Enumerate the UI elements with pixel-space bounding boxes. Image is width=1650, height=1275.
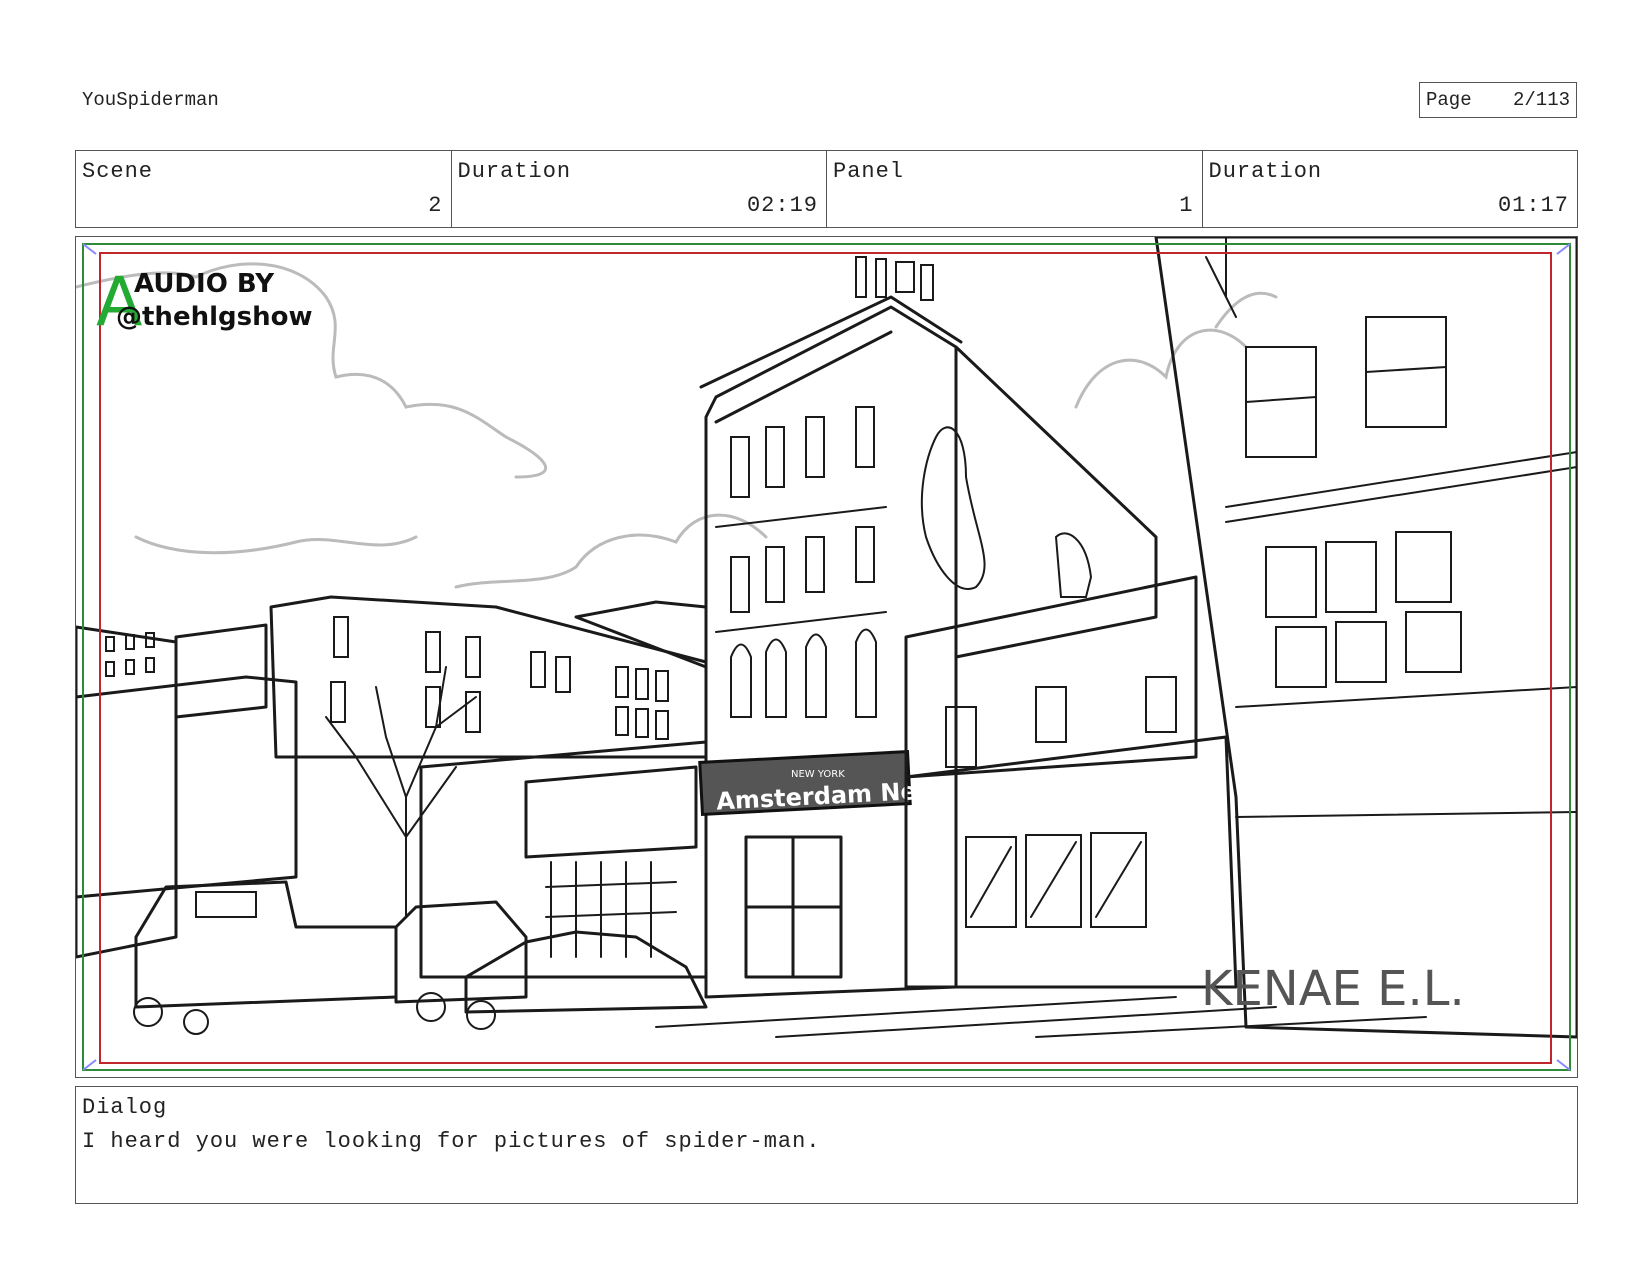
panel-duration-value: 01:17 [1497, 193, 1569, 218]
scene-value: 2 [428, 193, 443, 218]
left-buildings [76, 595, 708, 959]
scene-cell: Scene 2 [76, 151, 452, 227]
dialog-box: Dialog I heard you were looking for pict… [75, 1086, 1578, 1204]
panel-value: 1 [1179, 193, 1194, 218]
scene-duration-value: 02:19 [746, 193, 818, 218]
scene-duration-cell: Duration 02:19 [452, 151, 827, 227]
storyboard-sketch: NEW YORK Amsterdam News A AUDIO BY @theh… [76, 237, 1577, 1071]
central-building: NEW YORK Amsterdam News [698, 256, 1158, 999]
audio-credit-line2: @thehlgshow [116, 302, 312, 332]
panel-duration-label: Duration [1208, 159, 1323, 184]
panel-duration-cell: Duration 01:17 [1203, 151, 1578, 227]
page-label: Page [1426, 89, 1472, 111]
project-title: YouSpiderman [82, 89, 219, 111]
artist-signature: KENAE E.L. [1201, 961, 1465, 1017]
page-number: 2/113 [1512, 89, 1570, 111]
dialog-text: I heard you were looking for pictures of… [82, 1129, 821, 1154]
dialog-label: Dialog [82, 1095, 168, 1120]
scene-duration-label: Duration [457, 159, 572, 184]
scene-label: Scene [82, 159, 154, 184]
left-storefront [419, 740, 708, 979]
panel-label: Panel [833, 159, 905, 184]
info-table: Scene 2 Duration 02:19 Panel 1 Duration … [75, 150, 1578, 228]
panel-cell: Panel 1 [827, 151, 1203, 227]
sign-small-text: NEW YORK [791, 769, 845, 780]
audio-credit-line1: AUDIO BY [134, 269, 275, 299]
page-indicator: Page 2/113 [1419, 82, 1577, 118]
right-tall-building [1154, 237, 1577, 1039]
tree [325, 666, 477, 918]
panel-frame: NEW YORK Amsterdam News A AUDIO BY @theh… [75, 236, 1578, 1078]
